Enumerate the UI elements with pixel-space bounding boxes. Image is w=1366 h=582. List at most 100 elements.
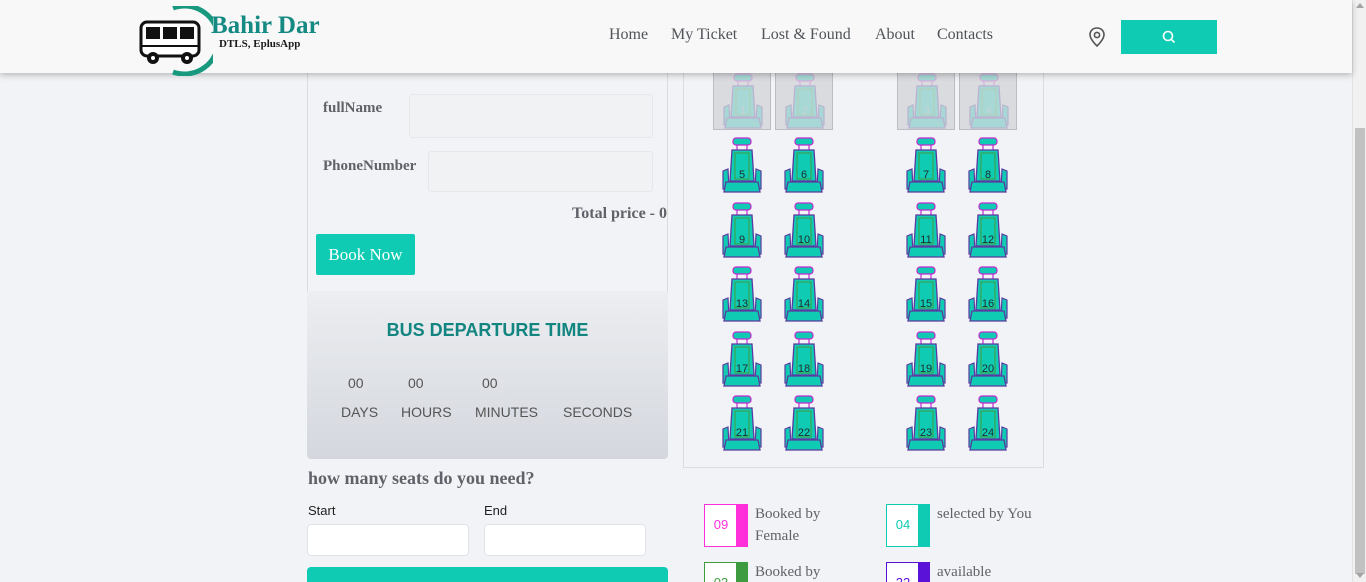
search-icon: [1162, 30, 1176, 44]
seat-number: 9: [738, 233, 746, 246]
seat-number: 13: [735, 298, 749, 310]
seat-icon: [784, 137, 824, 193]
end-seat-input[interactable]: [484, 524, 646, 556]
brand-subtitle: DTLS, EplusApp: [219, 38, 301, 50]
legend-selected-swatch: [918, 505, 929, 546]
seat-number: 17: [735, 362, 749, 375]
seat-icon: [784, 266, 824, 322]
seat-icon: [784, 330, 824, 387]
seat-number: 3: [923, 105, 931, 117]
seat-booked-4: 4: [959, 72, 1017, 130]
seat-icon: [784, 201, 824, 258]
nav-about[interactable]: About: [875, 26, 915, 44]
seat-icon: [968, 395, 1008, 451]
seat-icon: [907, 73, 947, 129]
legend-female-box: 09: [704, 504, 748, 547]
nav-lost-found[interactable]: Lost & Found: [761, 26, 851, 44]
seat-booked-1: 1: [713, 72, 771, 130]
seat-7[interactable]: 7: [904, 137, 948, 195]
brand-logo[interactable]: Bahir Dar DTLS, EplusApp: [133, 3, 333, 77]
legend-available-label: available: [937, 564, 992, 580]
total-price: Total price - 0: [572, 205, 667, 222]
book-now-button[interactable]: Book Now: [316, 234, 415, 275]
seat-number: 20: [981, 362, 995, 375]
legend-selected-box: 04: [886, 504, 930, 547]
seat-9[interactable]: 9: [720, 201, 764, 260]
seat-icon: [968, 137, 1008, 193]
seat-icon: [784, 395, 824, 451]
legend-available-box: 22: [886, 562, 930, 582]
seat-number: 10: [797, 233, 811, 246]
page-scrollbar[interactable]: [1352, 0, 1366, 582]
countdown-hours-label: HOURS: [401, 404, 452, 420]
seat-12[interactable]: 12: [966, 201, 1010, 260]
seat-icon: [723, 73, 763, 129]
seat-8[interactable]: 8: [966, 137, 1010, 195]
top-navbar: Bahir Dar DTLS, EplusApp Home My Ticket …: [0, 0, 1352, 77]
seat-11[interactable]: 11: [904, 201, 948, 260]
seat-14[interactable]: 14: [782, 266, 826, 324]
phone-input[interactable]: [428, 151, 653, 192]
seat-5[interactable]: 5: [720, 137, 764, 195]
seat-icon: [906, 330, 946, 387]
seat-number: 23: [919, 427, 933, 439]
seat-13[interactable]: 13: [720, 266, 764, 324]
seat-number: 7: [922, 169, 930, 181]
seat-number: 11: [920, 233, 932, 246]
seat-number: 4: [985, 105, 993, 117]
seat-number: 22: [797, 427, 811, 439]
select-seats-button[interactable]: [307, 567, 668, 582]
fullname-input[interactable]: [409, 94, 653, 138]
seat-icon: [722, 395, 762, 451]
map-pin-icon[interactable]: [1088, 27, 1106, 47]
legend-available-swatch: [918, 563, 929, 582]
seat-icon: [906, 395, 946, 451]
seat-6[interactable]: 6: [782, 137, 826, 195]
seat-10[interactable]: 10: [782, 201, 826, 260]
countdown-days-label: DAYS: [341, 404, 379, 420]
legend-selected-label: selected by You: [937, 506, 1032, 522]
seat-icon: [722, 137, 762, 193]
seat-booked-3: 3: [897, 72, 955, 130]
seat-icon: [968, 201, 1008, 258]
nav-my-ticket[interactable]: My Ticket: [671, 26, 737, 44]
seat-19[interactable]: 19: [904, 330, 948, 389]
countdown-days-value: 00: [348, 375, 364, 391]
brand-title: Bahir Dar: [211, 12, 320, 39]
seat-number: 16: [981, 298, 995, 310]
scroll-down-arrow-icon[interactable]: [1356, 573, 1364, 578]
seat-number: 6: [800, 169, 808, 181]
legend-male-swatch: [736, 563, 747, 582]
nav-contacts[interactable]: Contacts: [937, 26, 993, 44]
countdown-seconds-label: SECONDS: [563, 404, 633, 420]
nav-home[interactable]: Home: [609, 26, 648, 44]
seat-24[interactable]: 24: [966, 395, 1010, 453]
legend-male-label: Booked by: [755, 564, 821, 580]
seat-23[interactable]: 23: [904, 395, 948, 453]
seat-icon: [722, 266, 762, 322]
search-button[interactable]: [1121, 20, 1217, 54]
seat-16[interactable]: 16: [966, 266, 1010, 324]
seat-15[interactable]: 15: [904, 266, 948, 324]
scroll-up-arrow-icon[interactable]: [1356, 3, 1364, 8]
countdown-minutes-label: MINUTES: [475, 404, 538, 420]
seat-number: 12: [981, 233, 995, 246]
seat-icon: [968, 330, 1008, 387]
seat-number: 2: [801, 105, 809, 117]
end-label: End: [484, 503, 508, 518]
scroll-thumb[interactable]: [1355, 128, 1365, 574]
seat-18[interactable]: 18: [782, 330, 826, 389]
legend-female-label: Booked by Female: [755, 506, 821, 544]
seat-21[interactable]: 21: [720, 395, 764, 453]
seat-icon: [906, 266, 946, 322]
seat-number: 14: [797, 298, 811, 310]
seats-question: how many seats do you need?: [308, 468, 535, 488]
seat-number: 19: [919, 362, 933, 375]
seat-17[interactable]: 17: [720, 330, 764, 389]
legend-female-count: 09: [713, 517, 729, 532]
start-seat-input[interactable]: [307, 524, 469, 556]
seat-icon: [906, 137, 946, 193]
seat-20[interactable]: 20: [966, 330, 1010, 389]
seat-number: 5: [738, 169, 746, 181]
seat-22[interactable]: 22: [782, 395, 826, 453]
